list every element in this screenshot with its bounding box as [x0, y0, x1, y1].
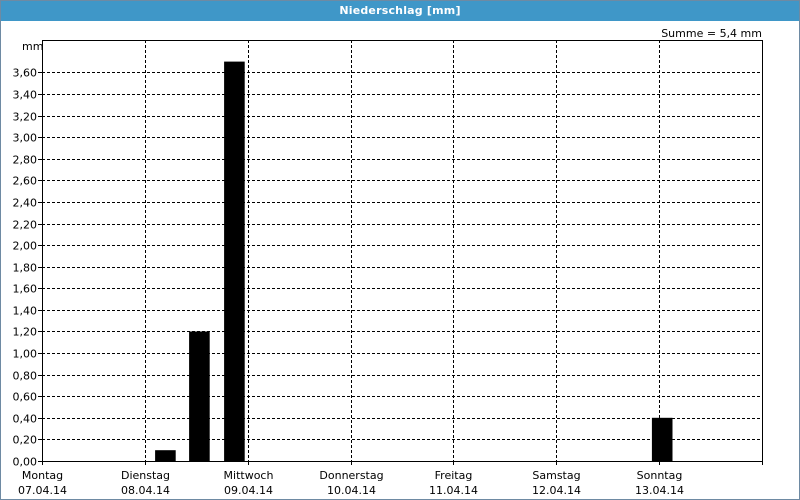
- y-tick-label: 2,80: [13, 154, 38, 167]
- x-tick-day-label: Donnerstag: [319, 469, 383, 482]
- y-tick-label: 2,40: [13, 197, 38, 210]
- y-tick-label: 0,80: [13, 370, 38, 383]
- x-tick-date-label: 09.04.14: [224, 484, 273, 497]
- y-tick-label: 1,00: [13, 348, 38, 361]
- x-tick-day-label: Samstag: [532, 469, 580, 482]
- x-tick-date-label: 12.04.14: [532, 484, 581, 497]
- x-tick-date-label: 13.04.14: [635, 484, 684, 497]
- precipitation-bar: [155, 450, 176, 461]
- y-tick-label: 3,60: [13, 67, 38, 80]
- x-tick-date-label: 08.04.14: [121, 484, 170, 497]
- y-tick-label: 3,40: [13, 89, 38, 102]
- x-tick-day-label: Mittwoch: [224, 469, 274, 482]
- y-tick-label: 3,20: [13, 111, 38, 124]
- x-tick-day-label: Sonntag: [637, 469, 683, 482]
- x-tick-day-label: Montag: [22, 469, 63, 482]
- x-tick-day-label: Dienstag: [121, 469, 170, 482]
- y-tick-label: 1,80: [13, 262, 38, 275]
- y-tick-label: 0,60: [13, 391, 38, 404]
- y-axis-unit-label: mm: [22, 40, 43, 53]
- y-tick-label: 0,20: [13, 434, 38, 447]
- y-tick-label: 3,00: [13, 132, 38, 145]
- y-tick-label: 2,20: [13, 219, 38, 232]
- precipitation-bar: [651, 417, 673, 461]
- precipitation-bar: [189, 331, 210, 461]
- plot-area-border: [42, 40, 763, 462]
- precipitation-chart: 0,00 0,20 0,40 0,60 0,80 1,00 1,20 1,40 1,60 1,80…: [13, 40, 763, 497]
- x-tick-day-label: Freitag: [435, 469, 473, 482]
- x-tick-date-label: 11.04.14: [429, 484, 478, 497]
- precipitation-bar: [224, 61, 245, 461]
- x-tick-date-label: 07.04.14: [18, 484, 67, 497]
- y-tick-label: 0,40: [13, 413, 38, 426]
- y-tick-label: 2,60: [13, 175, 38, 188]
- y-tick-label: 0,00: [13, 456, 38, 469]
- y-tick-label: 2,00: [13, 240, 38, 253]
- y-tick-label: 1,20: [13, 326, 38, 339]
- x-tick-date-label: 10.04.14: [327, 484, 376, 497]
- y-tick-label: 1,40: [13, 305, 38, 318]
- y-tick-label: 1,60: [13, 283, 38, 296]
